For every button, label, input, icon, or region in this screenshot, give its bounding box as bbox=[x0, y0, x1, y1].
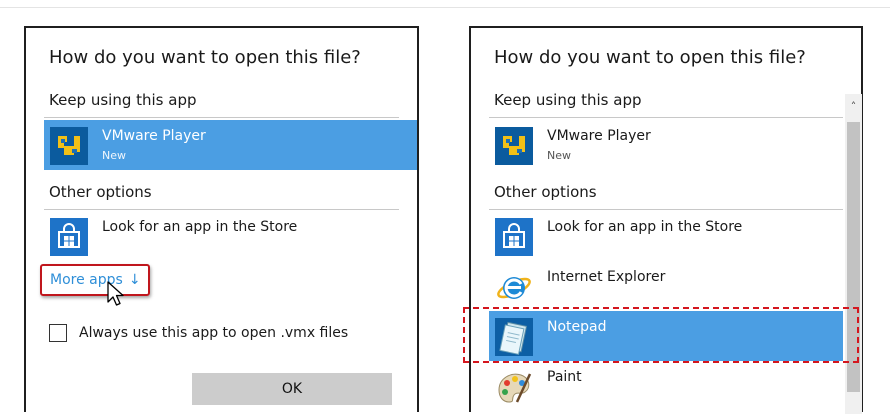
app-name: Internet Explorer bbox=[547, 269, 666, 285]
app-item-vmware-player[interactable]: VMware Player New bbox=[489, 120, 843, 170]
vmware-icon bbox=[495, 127, 533, 165]
app-name: VMware Player bbox=[547, 128, 651, 144]
app-name: Paint bbox=[547, 369, 582, 385]
always-use-checkbox[interactable] bbox=[49, 324, 67, 342]
vmware-icon bbox=[50, 127, 88, 165]
paint-icon bbox=[498, 373, 532, 403]
app-name: VMware Player bbox=[102, 128, 206, 144]
app-item-paint[interactable]: Paint bbox=[489, 361, 843, 411]
keep-using-label: Keep using this app bbox=[494, 91, 642, 109]
app-name: Look for an app in the Store bbox=[547, 219, 743, 235]
top-divider bbox=[0, 0, 890, 8]
scroll-up-arrow-icon[interactable]: ˄ bbox=[845, 100, 862, 114]
store-icon bbox=[495, 218, 533, 256]
store-option[interactable]: Look for an app in the Store bbox=[489, 211, 843, 261]
store-icon bbox=[50, 218, 88, 256]
always-use-label: Always use this app to open .vmx files bbox=[79, 325, 349, 341]
section-divider bbox=[489, 209, 843, 210]
ok-button[interactable]: OK bbox=[192, 373, 392, 405]
app-status: New bbox=[547, 149, 571, 162]
arrow-down-icon: ↓ bbox=[128, 272, 141, 288]
scrollbar[interactable]: ˄ bbox=[845, 94, 862, 414]
section-divider bbox=[489, 117, 843, 118]
internet-explorer-icon bbox=[497, 277, 531, 299]
other-options-label: Other options bbox=[49, 183, 152, 201]
app-item-vmware-player[interactable]: VMware Player New bbox=[44, 120, 417, 170]
open-with-dialog-left: How do you want to open this file? Keep … bbox=[24, 26, 419, 412]
app-name: Look for an app in the Store bbox=[102, 219, 298, 235]
section-divider bbox=[44, 117, 399, 118]
store-option[interactable]: Look for an app in the Store bbox=[44, 211, 399, 261]
mouse-pointer-icon bbox=[107, 281, 124, 306]
more-apps-link[interactable]: More apps ↓ bbox=[40, 264, 150, 296]
section-divider bbox=[44, 209, 399, 210]
dialog-title: How do you want to open this file? bbox=[494, 47, 806, 68]
app-item-internet-explorer[interactable]: Internet Explorer bbox=[489, 261, 843, 311]
notepad-highlight-box bbox=[463, 307, 859, 363]
other-options-label: Other options bbox=[494, 183, 597, 201]
app-status: New bbox=[102, 149, 126, 162]
dialog-title: How do you want to open this file? bbox=[49, 47, 361, 68]
keep-using-label: Keep using this app bbox=[49, 91, 197, 109]
